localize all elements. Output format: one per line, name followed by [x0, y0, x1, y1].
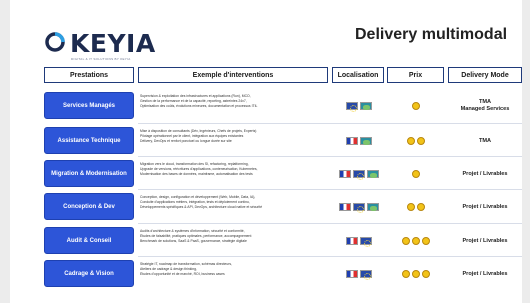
- logo-wordmark: KEYIA: [70, 29, 156, 58]
- row-divider: [138, 123, 522, 124]
- coin-icon: [421, 270, 430, 278]
- coin-icon: [421, 237, 430, 245]
- coin-icon: [416, 203, 425, 211]
- localisation-flags: [334, 202, 384, 213]
- delivery-mode-label: Projet / Livrables: [462, 270, 508, 277]
- prestation-button[interactable]: Cadrage & Vision: [44, 260, 134, 287]
- price-coins: [387, 269, 444, 279]
- delivery-mode-label: Projet / Livrables: [462, 237, 508, 244]
- table-row: Migration & Modernisation Migration vers …: [0, 156, 530, 188]
- row-divider: [138, 189, 522, 190]
- intervention-description: Stratégie IT, roadmap de transformation,…: [140, 262, 328, 286]
- delivery-mode: TMA Managed Services: [448, 95, 522, 117]
- description-line: Délivery, DevOps et renfort ponctuel ou …: [140, 139, 232, 143]
- page-title: Delivery multimodal: [355, 26, 508, 43]
- localisation-flags: [334, 236, 384, 247]
- coin-icon: [406, 137, 415, 145]
- intervention-description: Conception, design, configuration et dév…: [140, 195, 328, 219]
- description-line: Benchmark de solutions, SaaS & PaaS, gou…: [140, 239, 247, 243]
- description-line: Modernisation des bases de données, main…: [140, 172, 253, 176]
- column-header-prix: Prix: [387, 67, 444, 83]
- prestation-button[interactable]: Migration & Modernisation: [44, 160, 134, 187]
- intervention-description: Supervision & exploitation des infrastru…: [140, 94, 328, 118]
- column-header-prestations: Prestations: [44, 67, 134, 83]
- europe-flag-icon: [360, 270, 372, 280]
- coin-icon: [401, 237, 410, 245]
- france-flag-icon: [346, 270, 358, 278]
- france-flag-icon: [339, 203, 351, 211]
- delivery-mode: Projet / Livrables: [448, 163, 522, 185]
- france-flag-icon: [346, 237, 358, 245]
- description-line: Études d'opportunité et de marché, ROI, …: [140, 272, 225, 276]
- intervention-description: Audits d'architecture & systèmes d'infor…: [140, 229, 328, 253]
- localisation-flags: [334, 169, 384, 180]
- delivery-mode-label: Projet / Livrables: [462, 170, 508, 177]
- column-header-delivery-mode: Delivery Mode: [448, 67, 522, 83]
- france-flag-icon: [346, 137, 358, 145]
- delivery-mode: Projet / Livrables: [448, 230, 522, 252]
- world-map-icon: [360, 137, 372, 145]
- row-divider: [138, 156, 522, 157]
- price-coins: [387, 169, 444, 179]
- world-map-icon: [367, 170, 379, 178]
- france-flag-icon: [339, 170, 351, 178]
- delivery-mode-label: TMA: [478, 137, 492, 144]
- localisation-flags: [334, 101, 384, 112]
- price-coins: [387, 236, 444, 246]
- localisation-flags: [334, 269, 384, 280]
- description-line: Développements spécifiques & API, DevOps…: [140, 205, 263, 209]
- world-map-icon: [360, 102, 372, 110]
- row-divider: [138, 256, 522, 257]
- price-coins: [387, 101, 444, 111]
- delivery-mode-label: Projet / Livrables: [462, 203, 508, 210]
- delivery-mode: Projet / Livrables: [448, 263, 522, 285]
- price-coins: [387, 202, 444, 212]
- delivery-mode: Projet / Livrables: [448, 196, 522, 218]
- table-row: Assistance Technique Mise à disposition d…: [0, 123, 530, 155]
- prestation-button[interactable]: Services Managés: [44, 92, 134, 119]
- delivery-mode-label: TMA: [478, 99, 492, 105]
- table-row: Services Managés Supervision & exploitati…: [0, 91, 530, 120]
- europe-flag-icon: [353, 203, 365, 213]
- price-coins: [387, 136, 444, 146]
- europe-flag-icon: [360, 237, 372, 247]
- intervention-description: Mise à disposition de consultants (Dév, …: [140, 129, 328, 153]
- coin-icon: [411, 270, 420, 278]
- keyia-logo: KEYIA DIGITAL & IT SOLUTIONS BY KEYIA: [44, 29, 164, 61]
- column-header-exemple: Exemple d'interventions: [138, 67, 328, 83]
- coin-icon: [411, 170, 420, 178]
- localisation-flags: [334, 136, 384, 146]
- description-line: Optimisation des coûts, évolutions mineu…: [140, 104, 258, 108]
- delivery-mode: TMA: [448, 130, 522, 152]
- coin-icon: [411, 237, 420, 245]
- delivery-mode-label: Managed Services: [460, 106, 510, 112]
- prestation-button[interactable]: Assistance Technique: [44, 127, 134, 154]
- table-row: Conception & Dev Conception, design, conf…: [0, 189, 530, 221]
- column-header-localisation: Localisation: [332, 67, 384, 83]
- coin-icon: [411, 102, 420, 110]
- coin-icon: [406, 203, 415, 211]
- world-map-icon: [367, 203, 379, 211]
- logo-tagline: DIGITAL & IT SOLUTIONS BY KEYIA: [71, 57, 131, 61]
- europe-flag-icon: [346, 102, 358, 112]
- europe-flag-icon: [353, 170, 365, 180]
- prestation-button[interactable]: Conception & Dev: [44, 193, 134, 220]
- coin-icon: [416, 137, 425, 145]
- logo-ring-icon: [45, 32, 65, 52]
- coin-icon: [401, 270, 410, 278]
- row-divider: [138, 223, 522, 224]
- intervention-description: Migration vers le cloud, transformation …: [140, 162, 328, 186]
- table-row: Cadrage & Vision Stratégie IT, roadmap de…: [0, 256, 530, 288]
- table-row: Audit & Conseil Audits d'architecture & s…: [0, 223, 530, 255]
- slide: KEYIA DIGITAL & IT SOLUTIONS BY KEYIA De…: [0, 0, 530, 303]
- prestation-button[interactable]: Audit & Conseil: [44, 227, 134, 254]
